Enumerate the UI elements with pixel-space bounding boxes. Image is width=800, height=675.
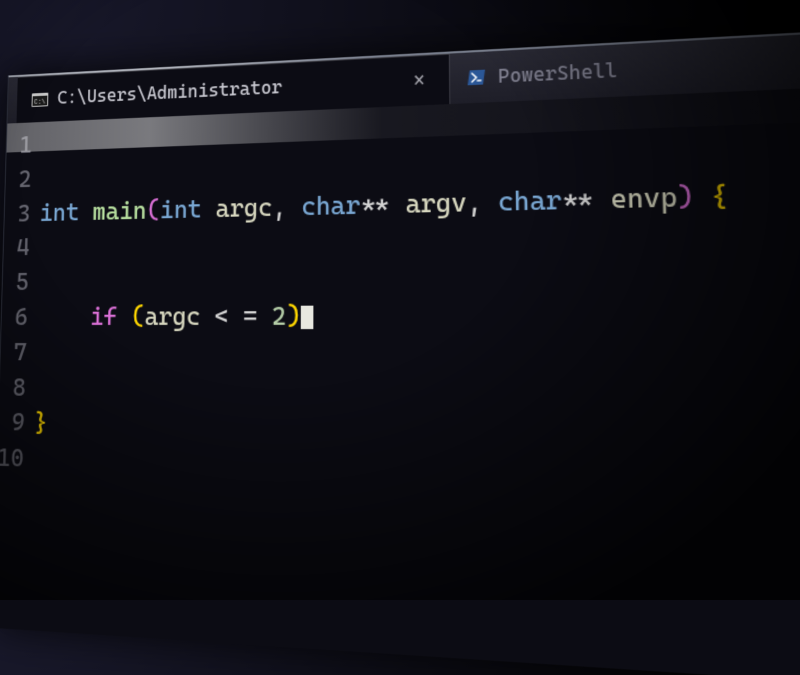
tab-title: C:\Users\Administrator (57, 77, 282, 109)
terminal-window: C:\ C:\Users\Administrator × PowerShell … (0, 26, 800, 675)
code-area[interactable]: int main(int argc, char** argv, char** e… (32, 90, 800, 551)
line-number: 4 (3, 231, 30, 266)
line-number: 9 (0, 405, 25, 441)
tab-title: PowerShell (498, 59, 618, 87)
line-number: 8 (0, 370, 26, 406)
line-number: 7 (0, 335, 27, 370)
close-icon[interactable]: × (407, 67, 431, 94)
svg-text:C:\: C:\ (34, 98, 46, 106)
code-line-2: if (argc < = 2) (37, 295, 800, 337)
line-number: 1 (6, 128, 33, 163)
terminal-icon: C:\ (32, 91, 49, 107)
code-line-3: } (34, 406, 800, 464)
powershell-icon (467, 68, 487, 86)
line-number: 10 (0, 440, 24, 476)
line-number: 3 (4, 196, 31, 231)
text-cursor (301, 306, 314, 329)
line-number: 6 (1, 300, 28, 335)
line-number: 2 (5, 162, 32, 197)
code-line-1: int main(int argc, char** argv, char** e… (39, 171, 800, 231)
tab-powershell[interactable]: PowerShell (448, 44, 636, 105)
code-editor[interactable]: 1 2 3 4 5 6 7 8 9 10 int main(int argc, … (0, 83, 800, 550)
line-number: 5 (2, 265, 29, 300)
